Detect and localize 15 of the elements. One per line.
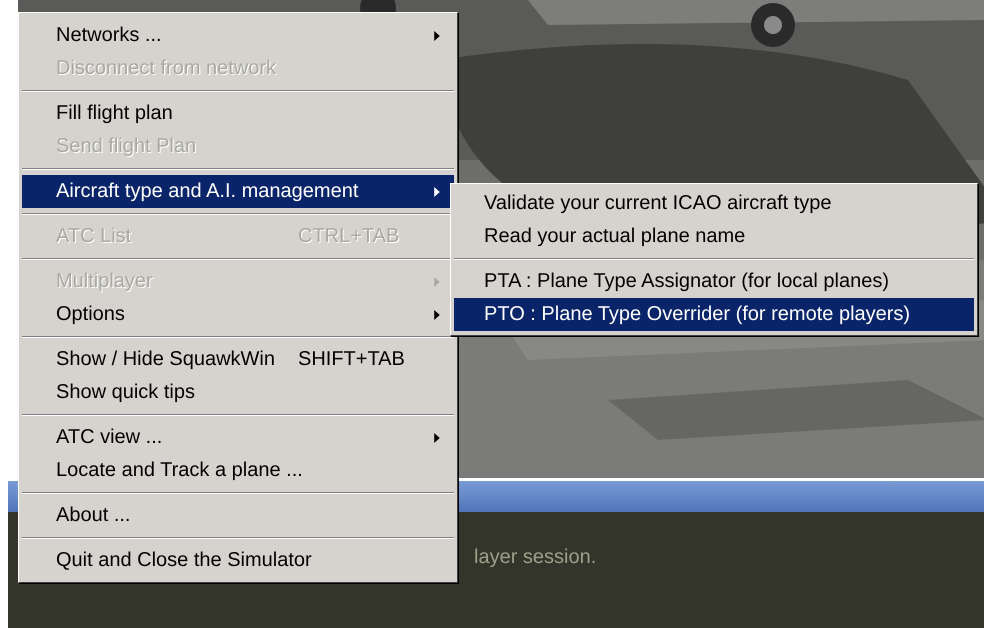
menu-item[interactable]: Options — [22, 298, 454, 331]
menu-item[interactable]: PTA : Plane Type Assignator (for local planes) — [454, 265, 974, 298]
menu-item[interactable]: Aircraft type and A.I. management — [22, 175, 454, 208]
menu-item[interactable]: About ... — [22, 499, 454, 532]
menu-item[interactable]: Read your actual plane name — [454, 220, 974, 253]
menu-item[interactable]: Validate your current ICAO aircraft type — [454, 187, 974, 220]
menu-item[interactable]: Fill flight plan — [22, 97, 454, 130]
menu-item[interactable]: Locate and Track a plane ... — [22, 454, 454, 487]
menu-item[interactable]: ATC view ... — [22, 421, 454, 454]
menu-item[interactable]: Show quick tips — [22, 376, 454, 409]
menu-item[interactable]: Show / Hide SquawkWin SHIFT+TAB — [22, 343, 454, 376]
menu-item[interactable]: Quit and Close the Simulator — [22, 544, 454, 577]
console-text: layer session. — [474, 546, 596, 568]
menu-item[interactable]: Networks ... — [22, 19, 454, 52]
menu-item[interactable]: PTO : Plane Type Overrider (for remote players) — [454, 298, 974, 331]
